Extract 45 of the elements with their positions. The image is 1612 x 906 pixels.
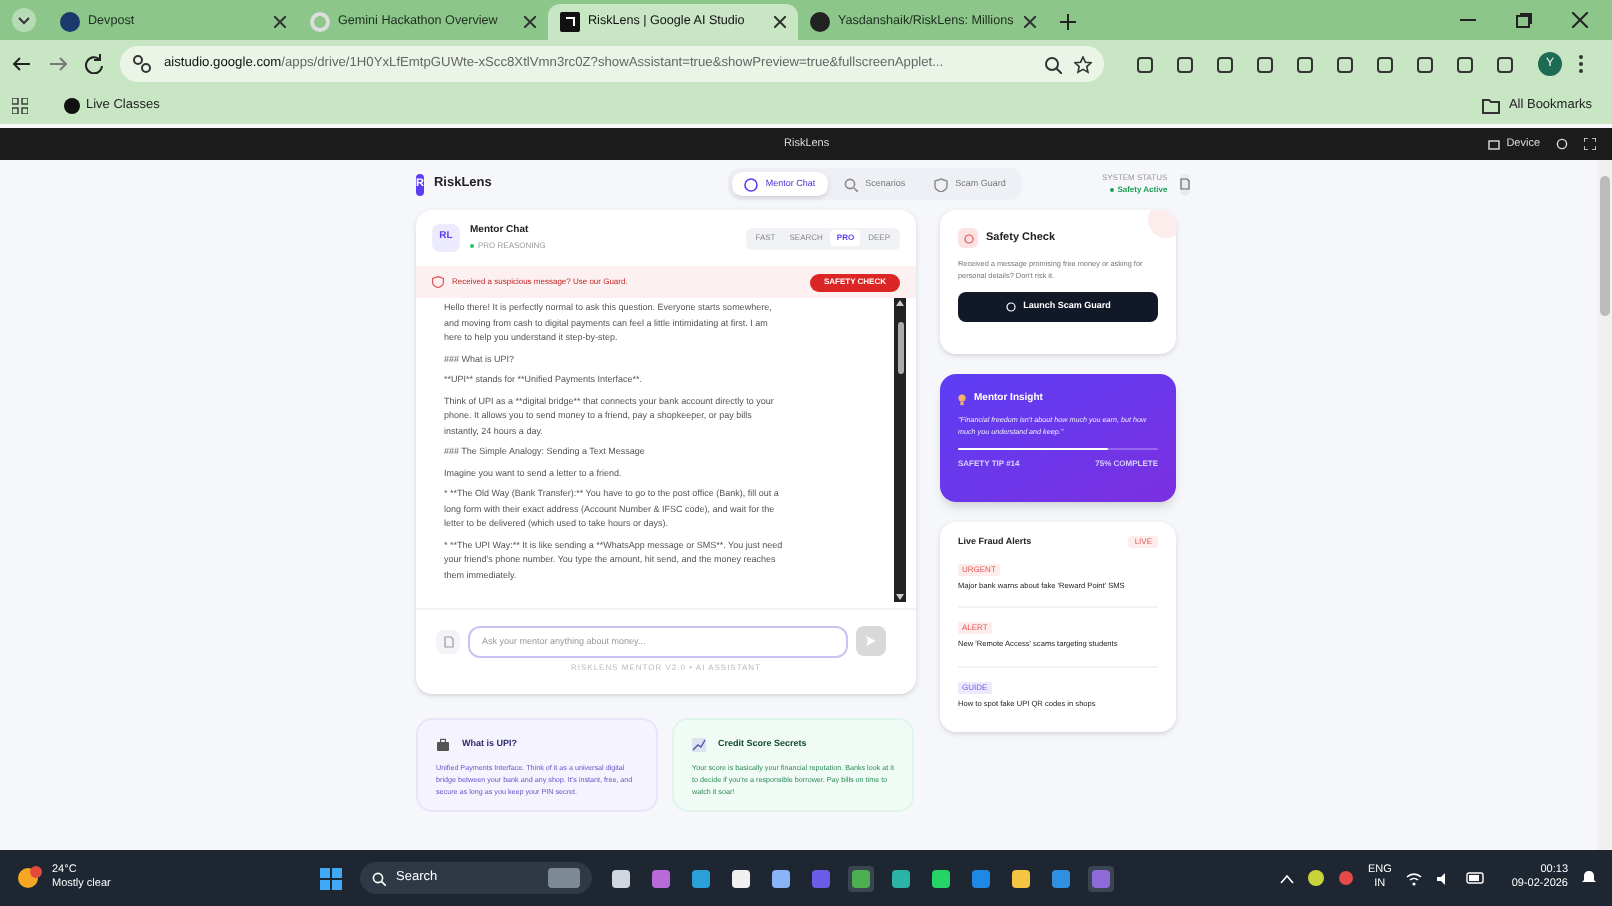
notification-bell-icon[interactable] xyxy=(1582,870,1596,886)
more-icon[interactable] xyxy=(1578,54,1584,74)
search-highlight-icon xyxy=(548,868,580,888)
close-icon[interactable] xyxy=(1572,12,1588,28)
fullscreen-icon[interactable] xyxy=(1584,138,1596,150)
bookmark-logo-icon xyxy=(64,98,80,114)
reload-icon[interactable] xyxy=(84,54,104,74)
scroll-down-icon xyxy=(896,594,904,600)
battery-icon[interactable] xyxy=(1465,872,1486,884)
app-icon[interactable] xyxy=(890,867,912,889)
wifi-icon[interactable] xyxy=(1405,871,1422,885)
forward-icon[interactable] xyxy=(48,54,68,74)
chat-scrollbar[interactable] xyxy=(894,298,906,602)
lightbulb-icon xyxy=(958,393,966,406)
search-icon xyxy=(372,871,386,885)
search-icon xyxy=(843,177,858,191)
site-icon xyxy=(310,12,330,32)
send-icon xyxy=(866,636,876,646)
tab-search-icon[interactable] xyxy=(12,8,36,32)
close-icon[interactable] xyxy=(274,16,286,28)
weather-icon xyxy=(16,866,44,890)
windows-start-icon[interactable] xyxy=(320,867,342,889)
new-tab-icon[interactable] xyxy=(1060,14,1076,30)
app-icon[interactable] xyxy=(970,867,992,889)
task-view-icon[interactable] xyxy=(610,867,632,889)
close-icon[interactable] xyxy=(524,16,536,28)
close-icon[interactable] xyxy=(1024,16,1036,28)
site-icon xyxy=(560,12,580,32)
page-scrollbar[interactable] xyxy=(1598,160,1612,850)
apps-grid-icon[interactable] xyxy=(12,98,28,114)
close-icon[interactable] xyxy=(774,16,786,28)
document-button[interactable] xyxy=(1179,173,1190,195)
site-icon xyxy=(60,12,80,32)
chevron-up-icon[interactable] xyxy=(1279,873,1294,883)
site-icon xyxy=(810,12,830,32)
document-icon xyxy=(1179,178,1190,190)
back-icon[interactable] xyxy=(12,54,32,74)
zoom-icon[interactable] xyxy=(1044,55,1062,73)
star-icon[interactable] xyxy=(1074,55,1092,73)
site-info-icon[interactable] xyxy=(132,54,152,74)
app-icon[interactable] xyxy=(770,867,792,889)
briefcase-icon xyxy=(436,738,450,752)
restore-icon[interactable] xyxy=(1516,12,1532,28)
chart-icon xyxy=(692,738,706,752)
document-icon xyxy=(443,635,453,647)
